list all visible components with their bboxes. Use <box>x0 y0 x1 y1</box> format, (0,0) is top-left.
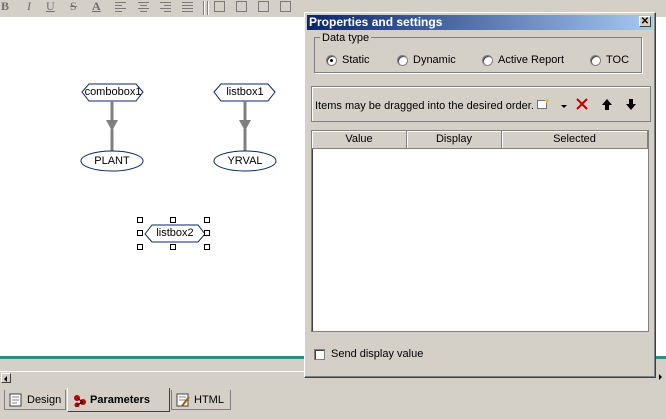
tab-html[interactable]: HTML <box>171 390 231 410</box>
radio-dynamic-label: Dynamic <box>413 54 456 66</box>
node-label-plant: PLANT <box>94 155 130 167</box>
new-item-icon[interactable] <box>537 99 549 110</box>
scroll-left-button[interactable] <box>1 373 11 383</box>
column-header-display[interactable]: Display <box>407 131 502 149</box>
image-icon[interactable] <box>236 1 247 12</box>
close-button[interactable]: ✕ <box>639 16 651 27</box>
radio-toc-label: TOC <box>606 54 630 66</box>
design-icon <box>9 393 22 406</box>
close-icon: ✕ <box>640 16 650 27</box>
node-label-yrval: YRVAL <box>227 155 263 167</box>
triangle-right-icon <box>659 374 662 380</box>
align-left-icon[interactable] <box>115 1 126 12</box>
toolbar-separator <box>203 1 205 15</box>
radio-toc-circle[interactable] <box>590 54 601 66</box>
page-boundary-line <box>656 356 666 359</box>
column-header-selected[interactable]: Selected <box>502 131 648 149</box>
parameter-diagram <box>80 83 277 250</box>
node-label-listbox2: listbox2 <box>156 227 194 239</box>
justify-icon[interactable] <box>182 1 193 12</box>
dropdown-arrow-icon[interactable] <box>561 101 568 108</box>
strikethrough-button[interactable]: S <box>70 0 77 14</box>
delete-icon[interactable] <box>575 97 589 111</box>
connector-arrow <box>239 101 251 153</box>
tab-design-label: Design <box>27 393 62 406</box>
parameters-icon <box>74 394 86 407</box>
radio-toc[interactable]: TOC <box>590 54 629 66</box>
bold-button[interactable]: B <box>1 0 9 14</box>
dialog-titlebar[interactable]: Properties and settings ✕ <box>307 15 653 30</box>
view-tabs: Design Parameters HTML <box>0 388 666 419</box>
radio-active-report-circle[interactable] <box>482 54 493 66</box>
tab-parameters-label: Parameters <box>90 393 150 406</box>
radio-static[interactable]: Static <box>326 54 370 66</box>
send-display-value-label: Send display value <box>331 348 424 360</box>
move-down-icon[interactable] <box>625 98 637 111</box>
radio-dynamic-circle[interactable] <box>397 54 408 66</box>
horizontal-scrollbar[interactable] <box>0 371 305 385</box>
design-canvas[interactable]: combobox1 listbox1 PLANT YRVAL listbox2 <box>0 17 305 356</box>
align-center-icon[interactable] <box>138 1 149 12</box>
radio-static-circle[interactable] <box>326 54 337 66</box>
data-type-legend: Data type <box>320 32 372 44</box>
radio-dynamic[interactable]: Dynamic <box>397 54 456 66</box>
radio-active-report-label: Active Report <box>498 54 565 66</box>
move-up-icon[interactable] <box>601 98 613 111</box>
tab-parameters[interactable]: Parameters <box>67 388 170 412</box>
connector-arrow <box>106 101 118 153</box>
page-boundary-line <box>0 356 305 359</box>
font-color-button[interactable]: A <box>92 0 101 14</box>
italic-button[interactable]: I <box>27 0 31 14</box>
toolbar-separator <box>207 1 209 15</box>
radio-static-label: Static <box>342 54 370 66</box>
layer-icon[interactable] <box>258 1 269 12</box>
drag-hint-label: Items may be dragged into the desired or… <box>315 100 534 112</box>
frame-icon[interactable] <box>280 1 291 12</box>
triangle-left-icon <box>4 376 7 382</box>
tab-html-label: HTML <box>194 393 224 406</box>
node-label-listbox1: listbox1 <box>226 86 264 98</box>
table-icon[interactable] <box>214 1 225 12</box>
underline-button[interactable]: U <box>46 0 55 14</box>
send-display-value-checkbox[interactable] <box>314 349 325 360</box>
radio-active-report[interactable]: Active Report <box>482 54 564 66</box>
items-grid[interactable] <box>311 130 649 332</box>
scroll-right-button[interactable] <box>656 371 666 384</box>
link-icon[interactable] <box>300 1 311 12</box>
column-header-value[interactable]: Value <box>312 131 407 149</box>
node-label-combobox1: combobox1 <box>84 86 142 98</box>
align-right-icon[interactable] <box>160 1 171 12</box>
canvas-right-area <box>656 17 666 356</box>
tab-design[interactable]: Design <box>4 390 66 410</box>
html-icon <box>176 393 190 407</box>
properties-dialog: Properties and settings ✕ Data type Stat… <box>304 12 656 378</box>
dialog-title: Properties and settings <box>309 15 443 29</box>
